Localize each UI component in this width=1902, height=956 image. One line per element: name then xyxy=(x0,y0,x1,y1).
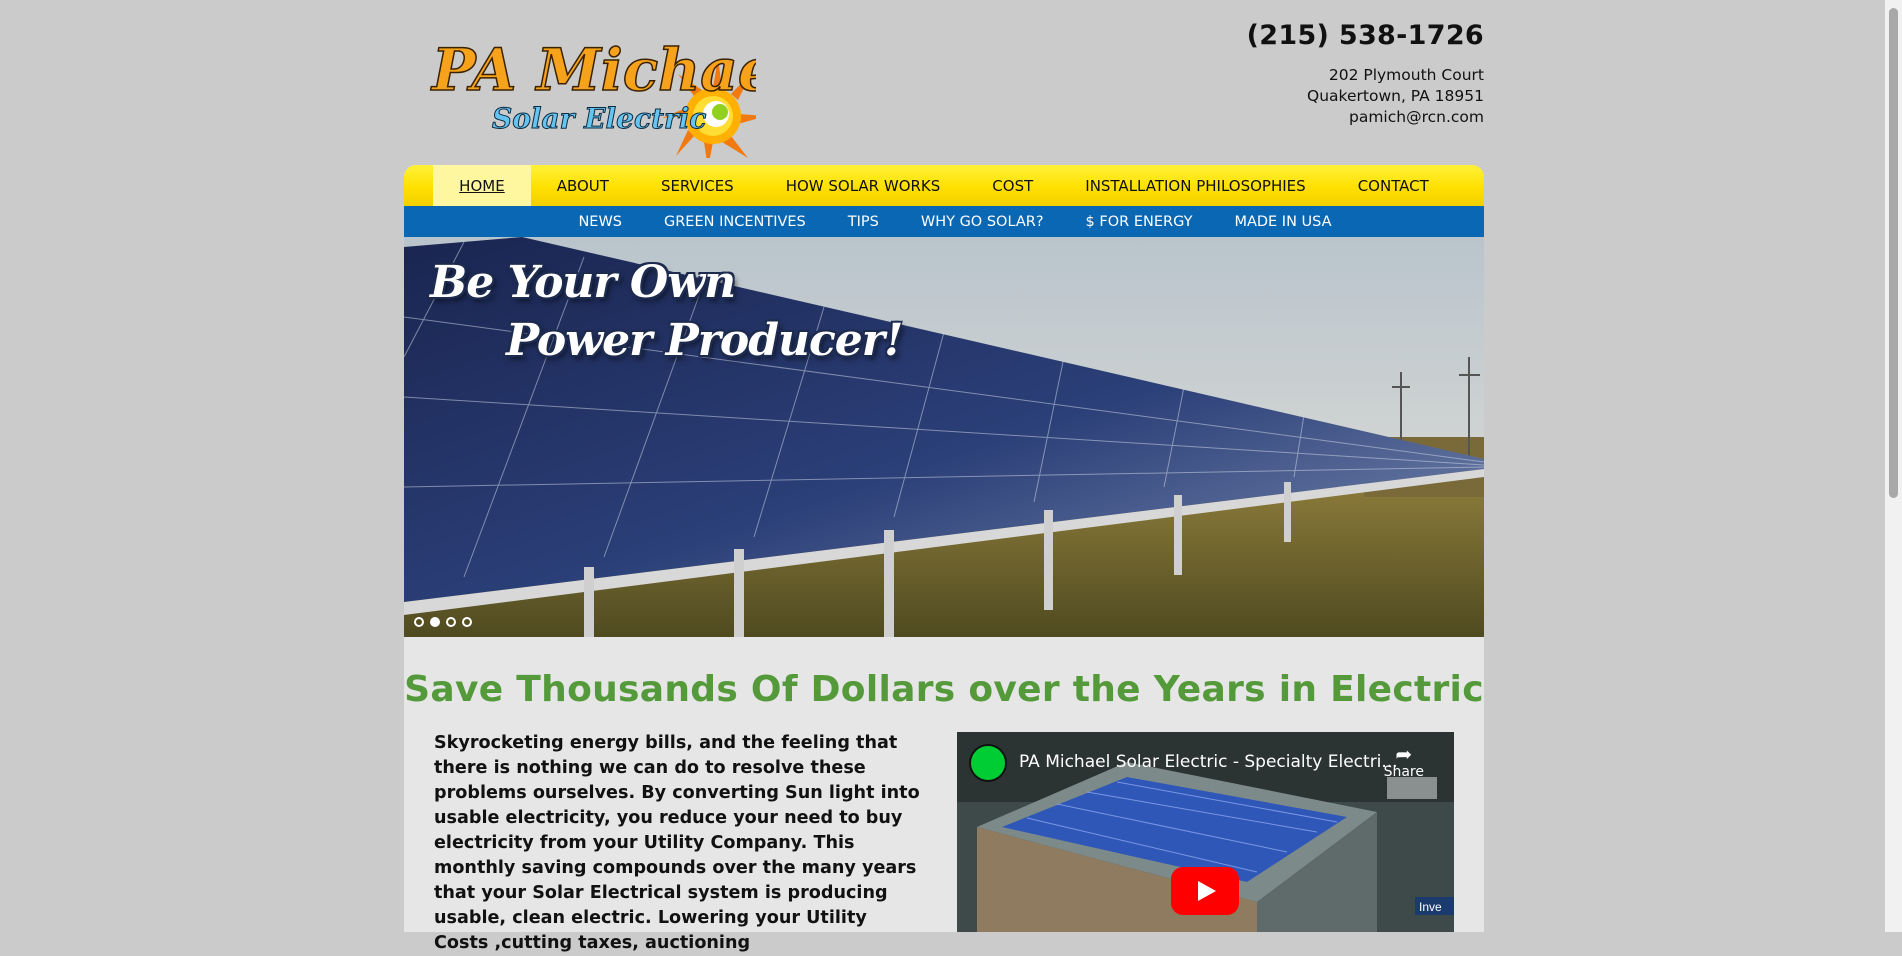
contact-block: (215) 538-1726 202 Plymouth Court Quaker… xyxy=(1247,20,1484,128)
address-city: Quakertown, PA 18951 xyxy=(1307,87,1484,105)
video-title[interactable]: PA Michael Solar Electric - Specialty El… xyxy=(1019,752,1398,772)
channel-avatar[interactable] xyxy=(969,744,1007,782)
logo[interactable]: PA Michael Solar Electric xyxy=(426,28,798,168)
hero-headline-line1: Be Your Own xyxy=(430,257,736,308)
email-link[interactable]: pamich@rcn.com xyxy=(1247,107,1484,128)
share-label: Share xyxy=(1383,764,1424,780)
slider-dot-2[interactable] xyxy=(430,617,440,627)
nav-news[interactable]: NEWS xyxy=(557,214,643,230)
nav-made-in-usa[interactable]: MADE IN USA xyxy=(1213,214,1352,230)
nav-about[interactable]: ABOUT xyxy=(531,165,635,206)
slider-dot-4[interactable] xyxy=(462,617,472,627)
share-button[interactable]: ➦ Share xyxy=(1384,744,1424,780)
slider-dot-1[interactable] xyxy=(414,617,424,627)
nav-contact[interactable]: CONTACT xyxy=(1332,165,1455,206)
video-inset-label: Inve xyxy=(1419,900,1442,914)
nav-home[interactable]: HOME xyxy=(433,165,531,206)
nav-tips[interactable]: TIPS xyxy=(827,214,900,230)
youtube-embed[interactable]: Inve PA Michael Solar Electric - Special… xyxy=(957,732,1454,932)
scrollbar-thumb[interactable] xyxy=(1889,8,1898,498)
secondary-nav: NEWS GREEN INCENTIVES TIPS WHY GO SOLAR?… xyxy=(404,206,1484,237)
main-body-text: Skyrocketing energy bills, and the feeli… xyxy=(434,733,920,953)
nav-services[interactable]: SERVICES xyxy=(635,165,760,206)
share-icon: ➦ xyxy=(1395,742,1413,766)
page-wrapper: PA Michael Solar Electric (215) 538-1726… xyxy=(404,0,1484,953)
slider-pagination xyxy=(414,617,472,627)
slider-dot-3[interactable] xyxy=(446,617,456,627)
logo-text-line1: PA Michael xyxy=(430,36,756,104)
nav-cost[interactable]: COST xyxy=(966,165,1059,206)
nav-installation-philosophies[interactable]: INSTALLATION PHILOSOPHIES xyxy=(1059,165,1331,206)
play-icon[interactable] xyxy=(1171,867,1239,915)
hero-headline-line2: Power Producer! xyxy=(506,315,903,366)
page-scrollbar[interactable] xyxy=(1885,0,1902,932)
primary-nav: HOME ABOUT SERVICES HOW SOLAR WORKS COST… xyxy=(404,165,1484,206)
main-content: Save Thousands Of Dollars over the Years… xyxy=(404,637,1484,953)
logo-text-line2: Solar Electric xyxy=(492,102,706,135)
hero-slider[interactable]: Be Your Own Power Producer! xyxy=(404,237,1484,637)
nav-how-solar-works[interactable]: HOW SOLAR WORKS xyxy=(760,165,967,206)
nav-why-go-solar[interactable]: WHY GO SOLAR? xyxy=(900,214,1065,230)
logo-graphic: PA Michael Solar Electric xyxy=(429,35,798,168)
nav-green-incentives[interactable]: GREEN INCENTIVES xyxy=(643,214,827,230)
address-street: 202 Plymouth Court xyxy=(1328,66,1484,84)
main-title: Save Thousands Of Dollars over the Years… xyxy=(404,669,1484,710)
phone-number[interactable]: (215) 538-1726 xyxy=(1247,20,1484,51)
nav-for-energy[interactable]: $ FOR ENERGY xyxy=(1065,214,1214,230)
